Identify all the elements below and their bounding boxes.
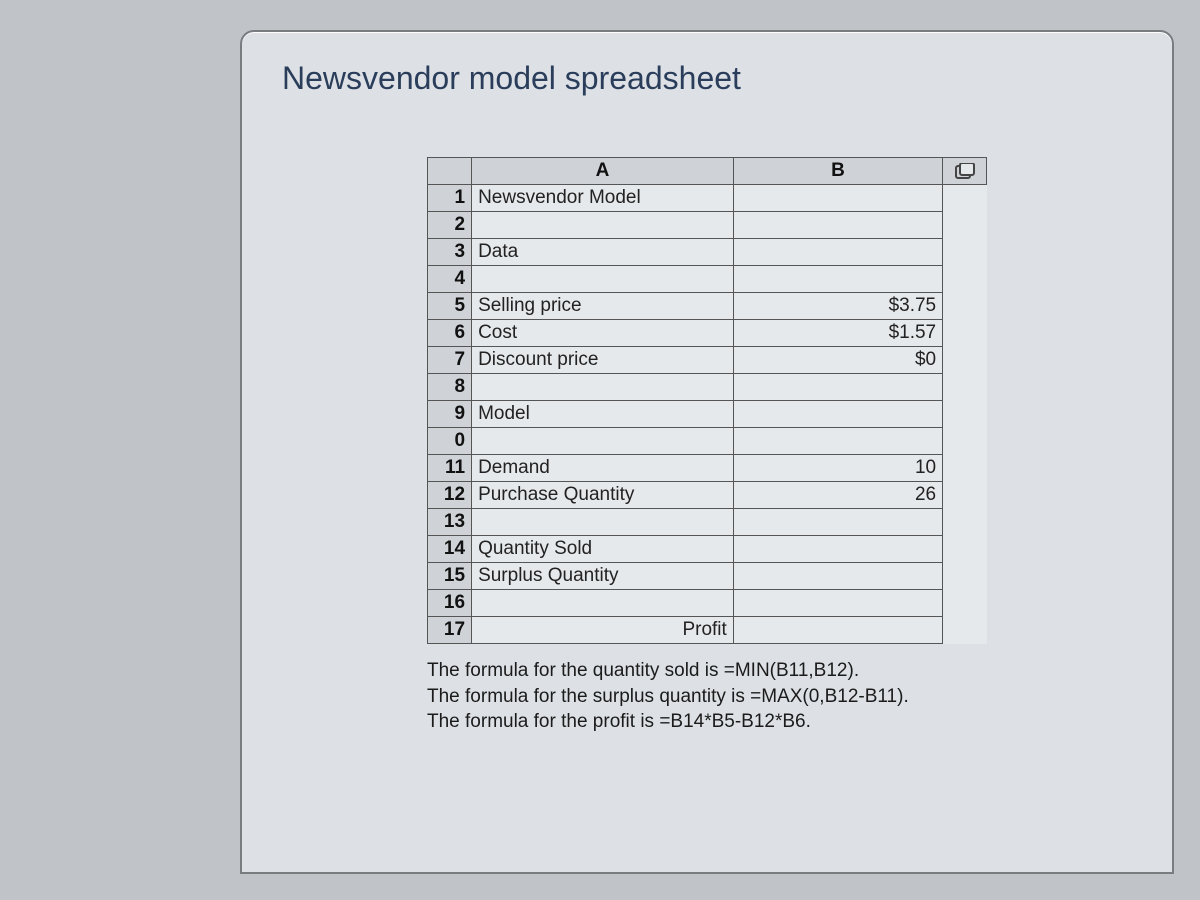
cell-b[interactable] [733, 617, 942, 644]
table-row: 15Surplus Quantity [428, 563, 987, 590]
cell-a[interactable]: Purchase Quantity [472, 482, 734, 509]
cell-b[interactable]: 10 [733, 455, 942, 482]
cell-b[interactable]: 26 [733, 482, 942, 509]
row-number: 16 [428, 590, 472, 617]
row-number: 13 [428, 509, 472, 536]
cell-b[interactable] [733, 185, 942, 212]
cell-b[interactable] [733, 509, 942, 536]
cell-b[interactable] [733, 536, 942, 563]
column-header-row: A B [428, 158, 987, 185]
row-number: 2 [428, 212, 472, 239]
formula-line: The formula for the profit is =B14*B5-B1… [427, 709, 987, 735]
cell-a[interactable]: Surplus Quantity [472, 563, 734, 590]
row-number: 6 [428, 320, 472, 347]
cell-a[interactable]: Model [472, 401, 734, 428]
table-row: 3Data [428, 239, 987, 266]
cell-b[interactable] [733, 239, 942, 266]
cell-b[interactable]: $1.57 [733, 320, 942, 347]
table-row: 4 [428, 266, 987, 293]
cell-a[interactable]: Data [472, 239, 734, 266]
cell-b[interactable] [733, 212, 942, 239]
corner-cell [428, 158, 472, 185]
cell-b[interactable] [733, 590, 942, 617]
cell-a[interactable] [472, 212, 734, 239]
cell-a[interactable]: Cost [472, 320, 734, 347]
cell-a[interactable]: Quantity Sold [472, 536, 734, 563]
formula-line: The formula for the quantity sold is =MI… [427, 658, 987, 684]
row-number: 0 [428, 428, 472, 455]
cell-a[interactable] [472, 374, 734, 401]
cell-a[interactable] [472, 266, 734, 293]
cell-a[interactable] [472, 509, 734, 536]
table-row: 16 [428, 590, 987, 617]
row-number: 12 [428, 482, 472, 509]
row-number: 1 [428, 185, 472, 212]
table-row: 8 [428, 374, 987, 401]
formula-notes: The formula for the quantity sold is =MI… [427, 658, 987, 735]
cell-b[interactable] [733, 401, 942, 428]
cell-a[interactable] [472, 590, 734, 617]
row-number: 9 [428, 401, 472, 428]
col-header-b: B [733, 158, 942, 185]
row-number: 5 [428, 293, 472, 320]
row-number: 14 [428, 536, 472, 563]
row-number: 7 [428, 347, 472, 374]
cell-a[interactable]: Selling price [472, 293, 734, 320]
spreadsheet: A B 1Newsvendor Model23Data45Selling pri… [427, 157, 987, 644]
page-title: Newsvendor model spreadsheet [282, 60, 1132, 97]
table-row: 7Discount price$0 [428, 347, 987, 374]
cell-a[interactable]: Profit [472, 617, 734, 644]
col-header-a: A [472, 158, 734, 185]
cell-b[interactable]: $0 [733, 347, 942, 374]
table-row: 17Profit [428, 617, 987, 644]
table-row: 0 [428, 428, 987, 455]
table-row: 1Newsvendor Model [428, 185, 987, 212]
cell-b[interactable] [733, 266, 942, 293]
table-row: 5Selling price$3.75 [428, 293, 987, 320]
cell-b[interactable] [733, 563, 942, 590]
cell-b[interactable] [733, 374, 942, 401]
popout-button[interactable] [943, 158, 987, 185]
cell-a[interactable]: Discount price [472, 347, 734, 374]
row-number: 4 [428, 266, 472, 293]
table-row: 2 [428, 212, 987, 239]
row-number: 15 [428, 563, 472, 590]
cell-a[interactable]: Newsvendor Model [472, 185, 734, 212]
formula-line: The formula for the surplus quantity is … [427, 684, 987, 710]
cell-b[interactable] [733, 428, 942, 455]
table-row: 9Model [428, 401, 987, 428]
row-number: 17 [428, 617, 472, 644]
cell-a[interactable]: Demand [472, 455, 734, 482]
row-number: 3 [428, 239, 472, 266]
table-row: 14Quantity Sold [428, 536, 987, 563]
popout-icon [955, 161, 975, 181]
table-row: 11Demand10 [428, 455, 987, 482]
table-row: 6Cost$1.57 [428, 320, 987, 347]
table-row: 12Purchase Quantity26 [428, 482, 987, 509]
row-number: 11 [428, 455, 472, 482]
cell-b[interactable]: $3.75 [733, 293, 942, 320]
spreadsheet-container: A B 1Newsvendor Model23Data45Selling pri… [427, 157, 987, 735]
card: Newsvendor model spreadsheet A B 1Newsve… [240, 30, 1174, 874]
row-number: 8 [428, 374, 472, 401]
cell-a[interactable] [472, 428, 734, 455]
table-row: 13 [428, 509, 987, 536]
